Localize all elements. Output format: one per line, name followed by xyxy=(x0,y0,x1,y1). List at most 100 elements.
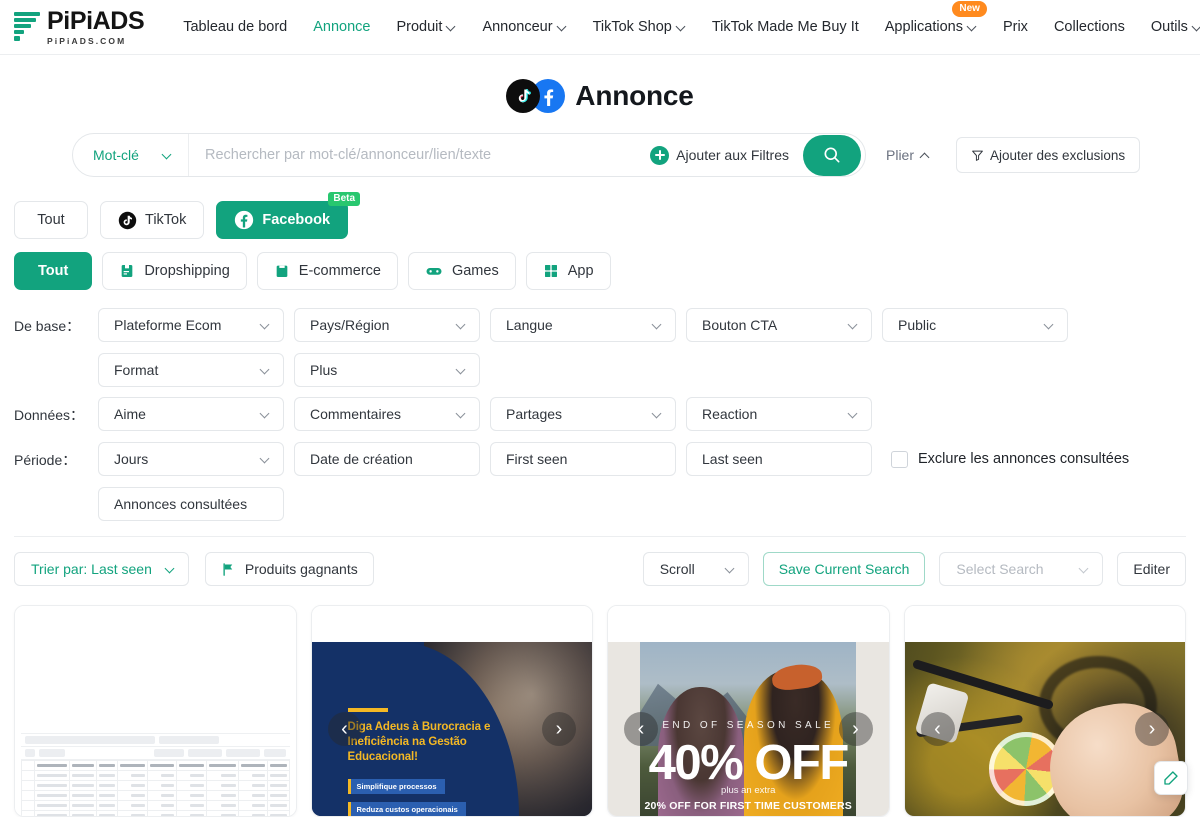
nav-item-prix[interactable]: Prix xyxy=(990,0,1041,55)
filter-reaction[interactable]: Reaction xyxy=(686,397,872,431)
carousel-next-button[interactable]: › xyxy=(1135,712,1169,746)
filter-plateforme-ecom[interactable]: Plateforme Ecom xyxy=(98,308,284,342)
platform-tab-tiktok[interactable]: TikTok xyxy=(100,201,205,239)
search-input[interactable] xyxy=(189,134,647,176)
filter-last-seen[interactable]: Last seen xyxy=(686,442,872,476)
filter-group-label-donnees: Données： xyxy=(14,407,85,423)
nav-item-tiktok-made-me-buy-it[interactable]: TikTok Made Me Buy It xyxy=(699,0,872,55)
spreadsheet-toolbar xyxy=(21,747,290,760)
floating-edit-button[interactable] xyxy=(1154,761,1188,795)
chevron-down-icon xyxy=(457,320,466,329)
nav-item-applications[interactable]: New Applications xyxy=(872,0,990,55)
filter-format[interactable]: Format xyxy=(98,353,284,387)
save-current-search-button[interactable]: Save Current Search xyxy=(762,552,926,586)
scroll-mode-select[interactable]: Scroll xyxy=(642,552,749,586)
carousel-next-button[interactable]: › xyxy=(838,712,873,746)
platform-tab-tout[interactable]: Tout xyxy=(14,201,88,239)
filter-langue[interactable]: Langue xyxy=(490,308,676,342)
checkbox-box-icon xyxy=(891,450,908,468)
carousel-next-button[interactable]: › xyxy=(542,712,576,746)
chevron-down-icon xyxy=(968,22,977,31)
sale-sub-1: plus an extra xyxy=(721,785,776,796)
edit-search-button[interactable]: Editer xyxy=(1117,552,1186,586)
search-type-select[interactable]: Mot-clé xyxy=(73,134,189,176)
filter-group-label-spacer xyxy=(14,353,98,354)
save-current-search-label: Save Current Search xyxy=(778,561,910,577)
sort-by-select[interactable]: Trier par: Last seen xyxy=(14,552,189,586)
filter-date-de-creation[interactable]: Date de création xyxy=(294,442,480,476)
filter-aime[interactable]: Aime xyxy=(98,397,284,431)
chevron-down-icon xyxy=(457,409,466,418)
category-tab-e-commerce[interactable]: E-commerce xyxy=(256,252,398,290)
filter-label: Public xyxy=(898,317,937,333)
flag-icon xyxy=(223,562,233,576)
nav-item-outils[interactable]: Outils xyxy=(1138,0,1200,55)
filter-row-periode-2: Annonces consultées xyxy=(14,487,1200,521)
filter-label: Date de création xyxy=(310,451,413,467)
pipiads-logo-icon xyxy=(14,12,40,42)
carousel-prev-button[interactable]: ‹ xyxy=(920,712,955,746)
sale-eyebrow: END OF SEASON SALE xyxy=(662,720,835,732)
category-tabs: Tout Dropshipping E-commerce Games App xyxy=(14,252,1200,290)
nav-item-annonceur[interactable]: Annonceur xyxy=(469,0,579,55)
winning-products-button[interactable]: Produits gagnants xyxy=(204,552,374,586)
nav-item-annonce[interactable]: Annonce xyxy=(300,0,383,55)
chevron-down-icon xyxy=(558,22,567,31)
filter-bouton-cta[interactable]: Bouton CTA xyxy=(686,308,872,342)
select-saved-search[interactable]: Select Search xyxy=(939,552,1104,586)
filter-commentaires[interactable]: Commentaires xyxy=(294,397,480,431)
nav-label: Tableau de bord xyxy=(183,19,288,35)
filter-jours[interactable]: Jours xyxy=(98,442,284,476)
category-tab-games[interactable]: Games xyxy=(407,252,516,290)
banner-text: Diga Adeus à Burocracia e Ineficiência n… xyxy=(347,708,498,816)
exclude-viewed-ads-checkbox[interactable]: Exclure les annonces consultées xyxy=(891,442,1129,476)
nav-item-produit[interactable]: Produit xyxy=(383,0,469,55)
category-tab-tout[interactable]: Tout xyxy=(14,252,93,290)
filter-partages[interactable]: Partages xyxy=(490,397,676,431)
search-button[interactable] xyxy=(803,134,861,176)
ad-card-gestao-educacional[interactable]: Diga Adeus à Burocracia e Ineficiência n… xyxy=(310,605,593,817)
add-to-filters-button[interactable]: Ajouter aux Filtres xyxy=(646,145,803,165)
carousel-prev-button[interactable]: ‹ xyxy=(327,712,362,746)
carousel-prev-button[interactable]: ‹ xyxy=(624,712,658,746)
category-tab-dropshipping[interactable]: Dropshipping xyxy=(102,252,247,290)
ad-card-bike-bell[interactable]: ‹ › xyxy=(903,605,1186,817)
chevron-down-icon xyxy=(261,454,270,463)
filter-annonces-consultees[interactable]: Annonces consultées xyxy=(98,487,284,521)
filter-label: Commentaires xyxy=(310,406,402,422)
nav-item-collections[interactable]: Collections xyxy=(1041,0,1138,55)
card-header xyxy=(904,606,1185,642)
platform-tabs: Tout TikTok Beta Facebook xyxy=(14,192,1200,239)
fold-filters-button[interactable]: Plier xyxy=(886,147,930,163)
brand-logo[interactable]: PiPiADS PiPiADS.COM xyxy=(14,8,145,46)
nav-item-tiktok-shop[interactable]: TikTok Shop xyxy=(580,0,699,55)
chevron-down-icon xyxy=(166,564,175,573)
category-tab-label: Tout xyxy=(38,263,69,279)
nav-item-tableau-de-bord[interactable]: Tableau de bord xyxy=(170,0,300,55)
page-title-section: Annonce xyxy=(0,79,1200,113)
edit-search-label: Editer xyxy=(1133,561,1170,577)
chevron-down-icon xyxy=(457,365,466,374)
nav-label: TikTok Shop xyxy=(592,19,672,35)
table-row xyxy=(20,770,290,781)
filter-label: Format xyxy=(114,362,159,378)
category-tab-app[interactable]: App xyxy=(525,252,611,290)
filter-row-periode: Période： Jours Date de création First se… xyxy=(14,442,1200,477)
card-header xyxy=(311,606,592,642)
filter-group-label-periode: Période： xyxy=(14,452,77,468)
add-exclusions-button[interactable]: Ajouter des exclusions xyxy=(956,137,1141,173)
shop-icon xyxy=(276,265,288,277)
chevron-down-icon xyxy=(261,409,270,418)
sale-headline: 40% OFF xyxy=(648,736,850,791)
nav-label: TikTok Made Me Buy It xyxy=(711,19,859,35)
platform-tab-facebook[interactable]: Beta Facebook xyxy=(216,192,361,239)
ad-card-end-of-season-sale[interactable]: END OF SEASON SALE 40% OFF plus an extra… xyxy=(607,605,890,817)
card-media: Diga Adeus à Burocracia e Ineficiência n… xyxy=(311,642,592,816)
filter-pays-region[interactable]: Pays/Région xyxy=(294,308,480,342)
ad-card-spreadsheet[interactable] xyxy=(14,605,297,817)
nav-label: Collections xyxy=(1053,19,1125,35)
filter-public[interactable]: Public xyxy=(882,308,1068,342)
platform-tab-label: Facebook xyxy=(262,212,331,228)
filter-plus[interactable]: Plus xyxy=(294,353,480,387)
filter-first-seen[interactable]: First seen xyxy=(490,442,676,476)
